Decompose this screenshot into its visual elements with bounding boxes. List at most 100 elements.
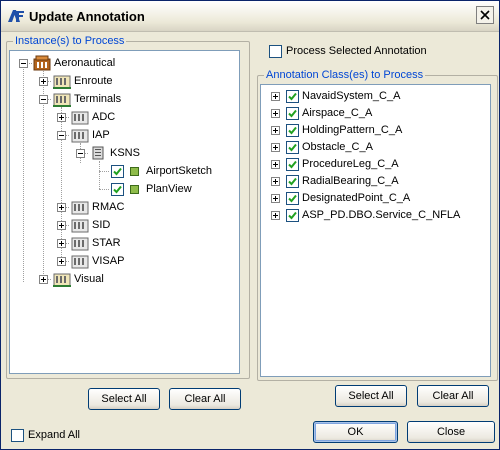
building-icon bbox=[71, 255, 89, 269]
expand-icon[interactable] bbox=[271, 177, 280, 186]
tree-node-ksns[interactable]: KSNS bbox=[10, 144, 238, 162]
annotation-class-item[interactable]: HoldingPattern_C_A bbox=[261, 121, 489, 139]
tree-node-plan-view[interactable]: PlanView bbox=[10, 180, 238, 198]
expand-icon[interactable] bbox=[271, 92, 280, 101]
checkmark-icon bbox=[288, 194, 297, 203]
annotation-class-checkbox[interactable] bbox=[286, 175, 299, 188]
annotation-class-checkbox[interactable] bbox=[286, 141, 299, 154]
tree-node-sid[interactable]: SID bbox=[10, 216, 238, 234]
update-annotation-dialog: Update Annotation Instance(s) to Process bbox=[0, 0, 500, 450]
checkmark-icon bbox=[288, 177, 297, 186]
document-icon bbox=[92, 146, 104, 160]
annotation-class-checkbox[interactable] bbox=[286, 90, 299, 103]
collapse-icon[interactable] bbox=[76, 149, 85, 158]
tree-node-adc[interactable]: ADC bbox=[10, 108, 238, 126]
building-icon bbox=[53, 273, 71, 287]
annotation-class-item[interactable]: Airspace_C_A bbox=[261, 104, 489, 122]
annotation-class-label: DesignatedPoint_C_A bbox=[302, 192, 411, 204]
annotation-class-label: ASP_PD.DBO.Service_C_NFLA bbox=[302, 209, 461, 221]
tree-label: VISAP bbox=[92, 255, 125, 267]
expand-icon[interactable] bbox=[271, 143, 280, 152]
checkmark-icon bbox=[288, 143, 297, 152]
annotation-class-checkbox[interactable] bbox=[286, 209, 299, 222]
tree-node-rmac[interactable]: RMAC bbox=[10, 198, 238, 216]
tree-label: Visual bbox=[74, 273, 104, 285]
window-close-button[interactable] bbox=[476, 6, 494, 24]
expand-icon[interactable] bbox=[57, 203, 66, 212]
building-icon bbox=[71, 129, 89, 143]
annotation-classes-legend: Annotation Class(es) to Process bbox=[264, 69, 426, 82]
instances-clear-all-button[interactable]: Clear All bbox=[169, 388, 241, 410]
instances-tree[interactable]: Aeronautical Enroute Terminals ADC IAP K… bbox=[9, 50, 240, 374]
process-selected-checkbox[interactable] bbox=[269, 45, 282, 58]
tree-label: PlanView bbox=[146, 183, 192, 195]
layer-icon bbox=[130, 167, 139, 176]
tree-label: IAP bbox=[92, 129, 110, 141]
title-bar[interactable]: Update Annotation bbox=[1, 1, 499, 32]
tree-node-iap[interactable]: IAP bbox=[10, 126, 238, 144]
tree-label: Aeronautical bbox=[54, 57, 116, 69]
expand-icon[interactable] bbox=[271, 194, 280, 203]
ok-button[interactable]: OK bbox=[313, 421, 398, 443]
tree-node-visap[interactable]: VISAP bbox=[10, 252, 238, 270]
expand-all-label: Expand All bbox=[28, 429, 80, 441]
expand-icon[interactable] bbox=[57, 239, 66, 248]
tree-node-terminals[interactable]: Terminals bbox=[10, 90, 238, 108]
annotation-class-checkbox[interactable] bbox=[286, 124, 299, 137]
checkmark-icon bbox=[288, 211, 297, 220]
expand-icon[interactable] bbox=[57, 113, 66, 122]
checkmark-icon bbox=[288, 126, 297, 135]
annotation-class-checkbox[interactable] bbox=[286, 192, 299, 205]
checkmark-icon bbox=[113, 167, 122, 176]
expand-icon[interactable] bbox=[39, 77, 48, 86]
expand-icon[interactable] bbox=[39, 275, 48, 284]
close-icon bbox=[480, 10, 490, 20]
annotation-class-label: NavaidSystem_C_A bbox=[302, 90, 401, 102]
tree-node-visual[interactable]: Visual bbox=[10, 270, 238, 288]
annotation-classes-list[interactable]: NavaidSystem_C_A Airspace_C_A HoldingPatte… bbox=[260, 84, 491, 377]
plan-view-checkbox[interactable] bbox=[111, 183, 124, 196]
expand-icon[interactable] bbox=[57, 257, 66, 266]
expand-icon[interactable] bbox=[57, 221, 66, 230]
annotation-class-item[interactable]: ASP_PD.DBO.Service_C_NFLA bbox=[261, 206, 489, 224]
tree-label: ADC bbox=[92, 111, 116, 123]
classes-clear-all-button[interactable]: Clear All bbox=[417, 385, 489, 407]
collapse-icon[interactable] bbox=[57, 131, 66, 140]
building-icon bbox=[71, 111, 89, 125]
checkmark-icon bbox=[288, 160, 297, 169]
collapse-icon[interactable] bbox=[19, 59, 28, 68]
expand-all-checkbox[interactable] bbox=[11, 429, 24, 442]
expand-icon[interactable] bbox=[271, 211, 280, 220]
expand-icon[interactable] bbox=[271, 160, 280, 169]
tree-node-enroute[interactable]: Enroute bbox=[10, 72, 238, 90]
collapse-icon[interactable] bbox=[39, 95, 48, 104]
expand-icon[interactable] bbox=[271, 126, 280, 135]
tree-label: RMAC bbox=[92, 201, 125, 213]
annotation-class-label: HoldingPattern_C_A bbox=[302, 124, 403, 136]
classes-select-all-button[interactable]: Select All bbox=[335, 385, 407, 407]
annotation-class-label: RadialBearing_C_A bbox=[302, 175, 399, 187]
building-icon bbox=[53, 75, 71, 89]
annotation-class-checkbox[interactable] bbox=[286, 158, 299, 171]
checkmark-icon bbox=[288, 109, 297, 118]
tree-node-star[interactable]: STAR bbox=[10, 234, 238, 252]
annotation-class-item[interactable]: ProcedureLeg_C_A bbox=[261, 155, 489, 173]
close-button[interactable]: Close bbox=[407, 421, 495, 443]
window-title: Update Annotation bbox=[29, 9, 145, 24]
tree-label: SID bbox=[92, 219, 111, 231]
tree-node-airport-sketch[interactable]: AirportSketch bbox=[10, 162, 238, 180]
tree-node-aeronautical[interactable]: Aeronautical bbox=[10, 54, 238, 72]
building-icon bbox=[71, 237, 89, 251]
annotation-class-label: Obstacle_C_A bbox=[302, 141, 373, 153]
expand-icon[interactable] bbox=[271, 109, 280, 118]
building-icon bbox=[53, 93, 71, 107]
annotation-class-item[interactable]: Obstacle_C_A bbox=[261, 138, 489, 156]
annotation-class-item[interactable]: RadialBearing_C_A bbox=[261, 172, 489, 190]
instances-select-all-button[interactable]: Select All bbox=[88, 388, 160, 410]
airport-sketch-checkbox[interactable] bbox=[111, 165, 124, 178]
annotation-class-item[interactable]: NavaidSystem_C_A bbox=[261, 87, 489, 105]
checkmark-icon bbox=[113, 185, 122, 194]
instances-legend: Instance(s) to Process bbox=[13, 35, 127, 48]
annotation-class-item[interactable]: DesignatedPoint_C_A bbox=[261, 189, 489, 207]
annotation-class-checkbox[interactable] bbox=[286, 107, 299, 120]
